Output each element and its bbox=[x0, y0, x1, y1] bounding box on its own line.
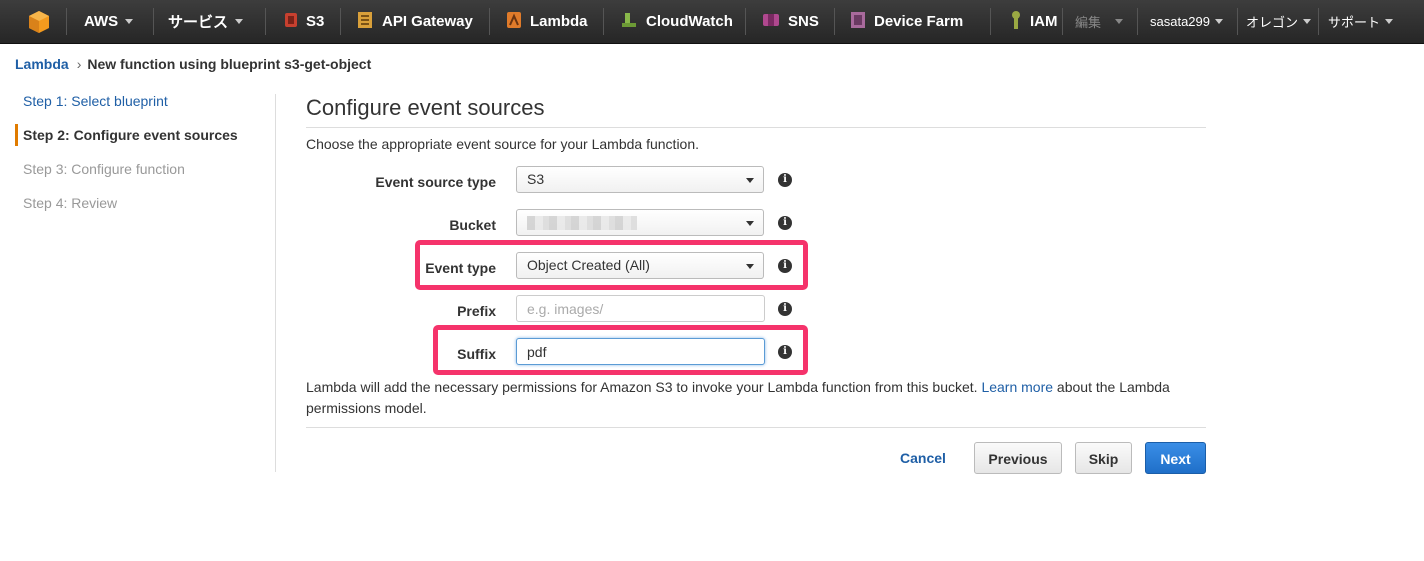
info-icon[interactable]: i bbox=[778, 302, 792, 316]
nav-divider bbox=[153, 8, 154, 35]
chevron-right-icon: › bbox=[76, 56, 82, 72]
nav-service-label: API Gateway bbox=[382, 13, 473, 30]
nav-divider bbox=[489, 8, 490, 35]
aws-menu-label: AWS bbox=[84, 13, 119, 30]
bucket-label: Bucket bbox=[449, 217, 496, 233]
breadcrumb: Lambda › New function using blueprint s3-g… bbox=[15, 56, 371, 72]
info-icon[interactable]: i bbox=[778, 345, 792, 359]
event-source-type-value: S3 bbox=[527, 171, 545, 187]
nav-divider bbox=[603, 8, 604, 35]
sns-icon bbox=[762, 11, 780, 33]
nav-service-label: IAM bbox=[1030, 13, 1058, 30]
event-type-select[interactable]: Object Created (All) bbox=[516, 252, 764, 279]
region-menu[interactable]: オレゴン bbox=[1246, 0, 1312, 43]
iam-icon bbox=[1010, 10, 1022, 34]
page-title: Configure event sources bbox=[306, 95, 545, 120]
nav-divider bbox=[66, 8, 67, 35]
user-menu[interactable]: sasata299 bbox=[1150, 0, 1223, 43]
chevron-down-icon bbox=[1385, 19, 1394, 24]
nav-divider bbox=[990, 8, 991, 35]
skip-button[interactable]: Skip bbox=[1075, 442, 1132, 474]
edit-menu-label: 編集 bbox=[1075, 15, 1102, 30]
prefix-label: Prefix bbox=[457, 303, 496, 319]
nav-service-label: CloudWatch bbox=[646, 13, 733, 30]
caret-down-icon bbox=[746, 178, 754, 183]
nav-divider bbox=[265, 8, 266, 35]
nav-service-label: SNS bbox=[788, 13, 819, 30]
sidebar-divider bbox=[275, 94, 276, 472]
step-select-blueprint[interactable]: Step 1: Select blueprint bbox=[15, 90, 168, 112]
api-gateway-icon bbox=[356, 11, 374, 33]
nav-service-s3[interactable]: S3 bbox=[284, 0, 324, 43]
cloudwatch-icon bbox=[620, 11, 638, 33]
footer-divider bbox=[306, 427, 1206, 428]
aws-menu[interactable]: AWS bbox=[84, 0, 134, 43]
prefix-input[interactable] bbox=[516, 295, 765, 322]
permissions-note: Lambda will add the necessary permission… bbox=[306, 377, 1206, 419]
permissions-note-text: Lambda will add the necessary permission… bbox=[306, 379, 982, 395]
chevron-down-icon bbox=[1303, 19, 1312, 24]
support-menu[interactable]: サポート bbox=[1328, 0, 1394, 43]
bucket-value-redacted bbox=[527, 216, 637, 231]
nav-divider bbox=[1137, 8, 1138, 35]
step-configure-event-sources: Step 2: Configure event sources bbox=[15, 124, 238, 146]
nav-divider bbox=[1062, 8, 1063, 35]
aws-logo-icon[interactable] bbox=[28, 0, 50, 43]
title-divider bbox=[306, 127, 1206, 128]
services-menu-label: サービス bbox=[168, 14, 229, 31]
region-menu-label: オレゴン bbox=[1246, 15, 1299, 30]
nav-divider bbox=[1237, 8, 1238, 35]
s3-icon bbox=[284, 11, 298, 33]
info-icon[interactable]: i bbox=[778, 173, 792, 187]
nav-service-sns[interactable]: SNS bbox=[762, 0, 819, 43]
chevron-down-icon bbox=[125, 19, 134, 24]
page-description: Choose the appropriate event source for … bbox=[306, 136, 700, 152]
nav-service-api-gateway[interactable]: API Gateway bbox=[356, 0, 473, 43]
breadcrumb-current: New function using blueprint s3-get-obje… bbox=[87, 56, 372, 72]
step-configure-function: Step 3: Configure function bbox=[23, 161, 185, 177]
chevron-down-icon bbox=[1215, 19, 1223, 24]
nav-service-label: Device Farm bbox=[874, 13, 964, 30]
event-type-label: Event type bbox=[425, 260, 496, 276]
services-menu[interactable]: サービス bbox=[168, 0, 244, 43]
top-navigation-bar: AWS サービス S3 API Gateway Lambda CloudWatc… bbox=[0, 0, 1424, 44]
device-farm-icon bbox=[850, 11, 866, 33]
support-menu-label: サポート bbox=[1328, 15, 1381, 30]
event-source-type-label: Event source type bbox=[375, 174, 496, 190]
nav-divider bbox=[745, 8, 746, 35]
user-menu-label: sasata299 bbox=[1150, 14, 1210, 29]
nav-service-device-farm[interactable]: Device Farm bbox=[850, 0, 963, 43]
chevron-down-icon bbox=[1115, 19, 1124, 24]
suffix-input[interactable] bbox=[516, 338, 765, 365]
lambda-icon bbox=[506, 11, 522, 33]
next-button[interactable]: Next bbox=[1145, 442, 1206, 474]
breadcrumb-root-link[interactable]: Lambda bbox=[15, 56, 69, 72]
nav-divider bbox=[340, 8, 341, 35]
nav-divider bbox=[1318, 8, 1319, 35]
nav-divider bbox=[834, 8, 835, 35]
event-source-type-select[interactable]: S3 bbox=[516, 166, 764, 193]
cancel-button[interactable]: Cancel bbox=[892, 442, 954, 474]
caret-down-icon bbox=[746, 264, 754, 269]
nav-service-cloudwatch[interactable]: CloudWatch bbox=[620, 0, 733, 43]
edit-menu[interactable]: 編集 bbox=[1075, 0, 1124, 43]
event-type-value: Object Created (All) bbox=[527, 257, 650, 273]
learn-more-link[interactable]: Learn more bbox=[981, 379, 1053, 395]
suffix-label: Suffix bbox=[457, 346, 496, 362]
nav-service-iam[interactable]: IAM bbox=[1010, 0, 1058, 43]
info-icon[interactable]: i bbox=[778, 259, 792, 273]
info-icon[interactable]: i bbox=[778, 216, 792, 230]
step-review: Step 4: Review bbox=[23, 195, 118, 211]
chevron-down-icon bbox=[235, 19, 244, 24]
previous-button[interactable]: Previous bbox=[974, 442, 1062, 474]
bucket-select[interactable] bbox=[516, 209, 764, 236]
nav-service-lambda[interactable]: Lambda bbox=[506, 0, 588, 43]
nav-service-label: Lambda bbox=[530, 13, 588, 30]
nav-service-label: S3 bbox=[306, 13, 325, 30]
caret-down-icon bbox=[746, 221, 754, 226]
